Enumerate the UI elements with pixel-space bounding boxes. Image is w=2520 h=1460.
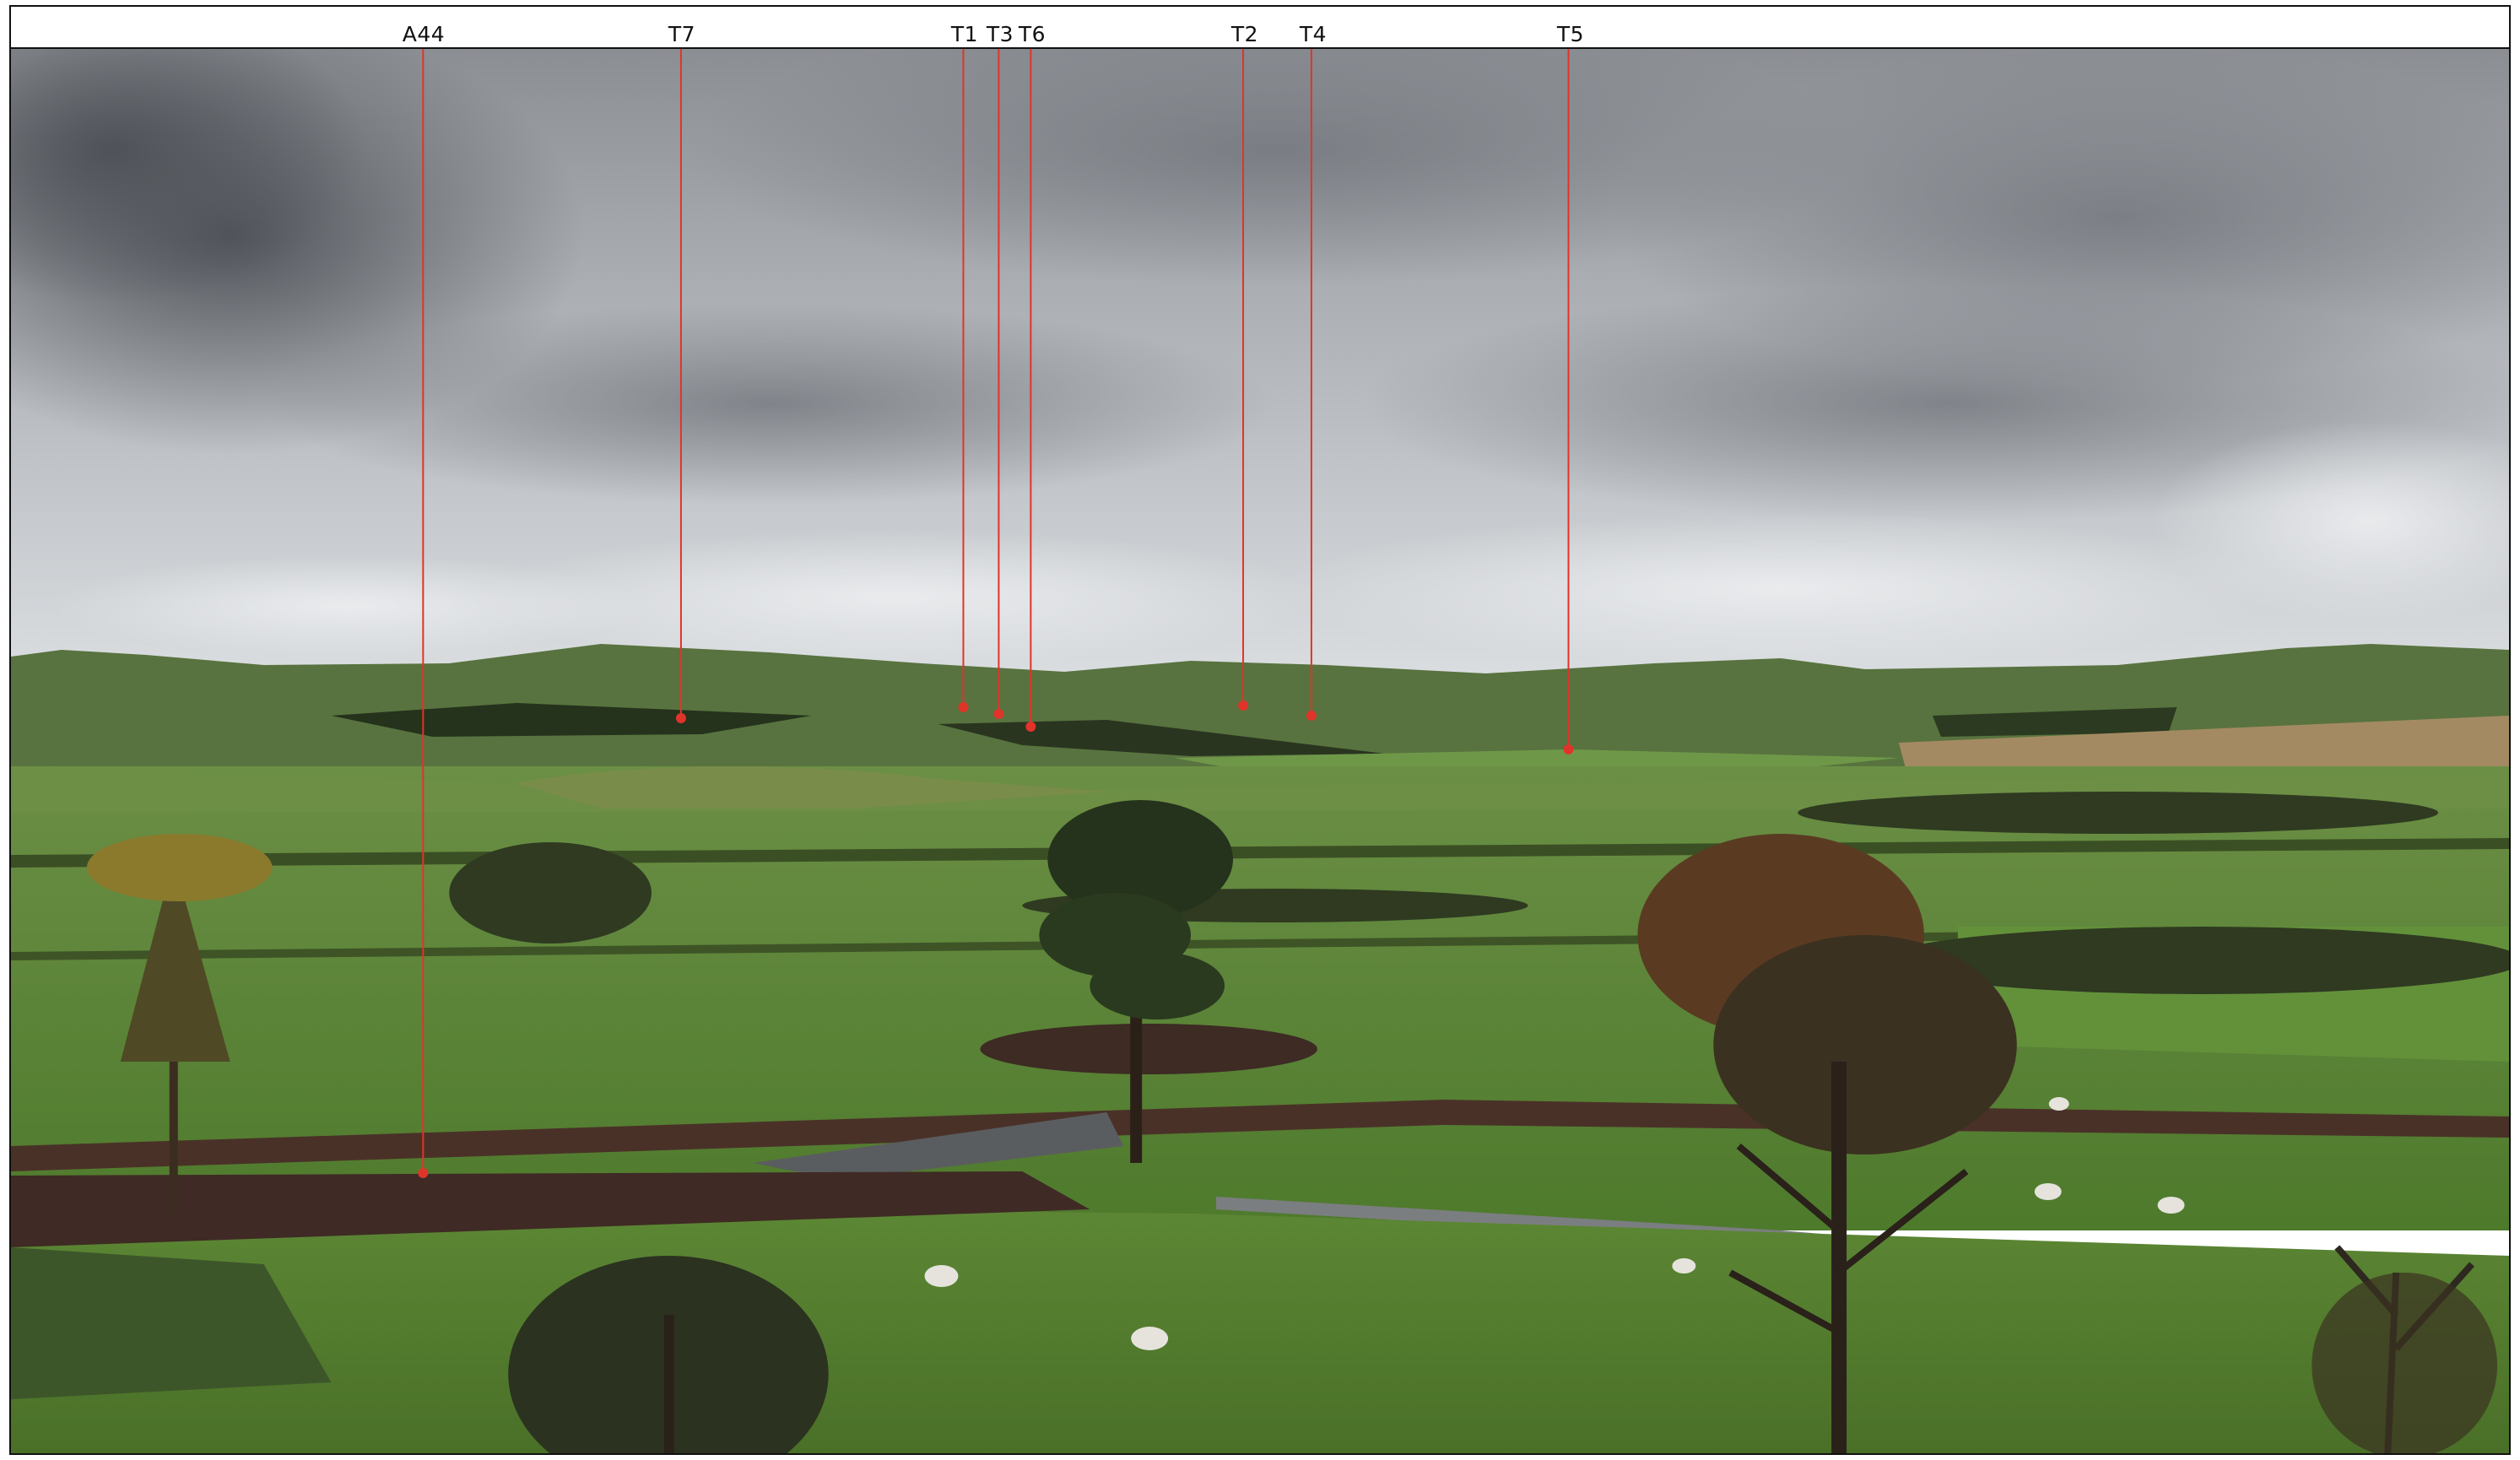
marker-dot-t2 [1238,700,1249,711]
landscape-photo [11,49,2509,1453]
marker-label-t6: T6 [1018,22,1046,46]
sky [11,49,2509,690]
marker-label-t2: T2 [1230,22,1259,46]
middle-fields [11,766,2509,1230]
photo-frame: A44 T7 T1 T3 T6 T2 T4 T5 [9,5,2511,1455]
marker-label-t3: T3 [986,22,1014,46]
marker-label-strip: A44 T7 T1 T3 T6 T2 T4 T5 [11,7,2509,49]
marker-dot-t1 [958,702,969,712]
marker-label-a44: A44 [402,22,446,46]
marker-label-t7: T7 [668,22,696,46]
marker-dot-t7 [675,713,686,723]
marker-dot-t5 [1563,744,1574,754]
marker-dot-t4 [1306,711,1317,721]
marker-label-t5: T5 [1556,22,1585,46]
marker-dot-t6 [1025,722,1036,732]
marker-dot-t3 [993,709,1004,719]
marker-label-t4: T4 [1299,22,1328,46]
marker-dot-a44 [418,1168,429,1178]
marker-label-t1: T1 [950,22,979,46]
